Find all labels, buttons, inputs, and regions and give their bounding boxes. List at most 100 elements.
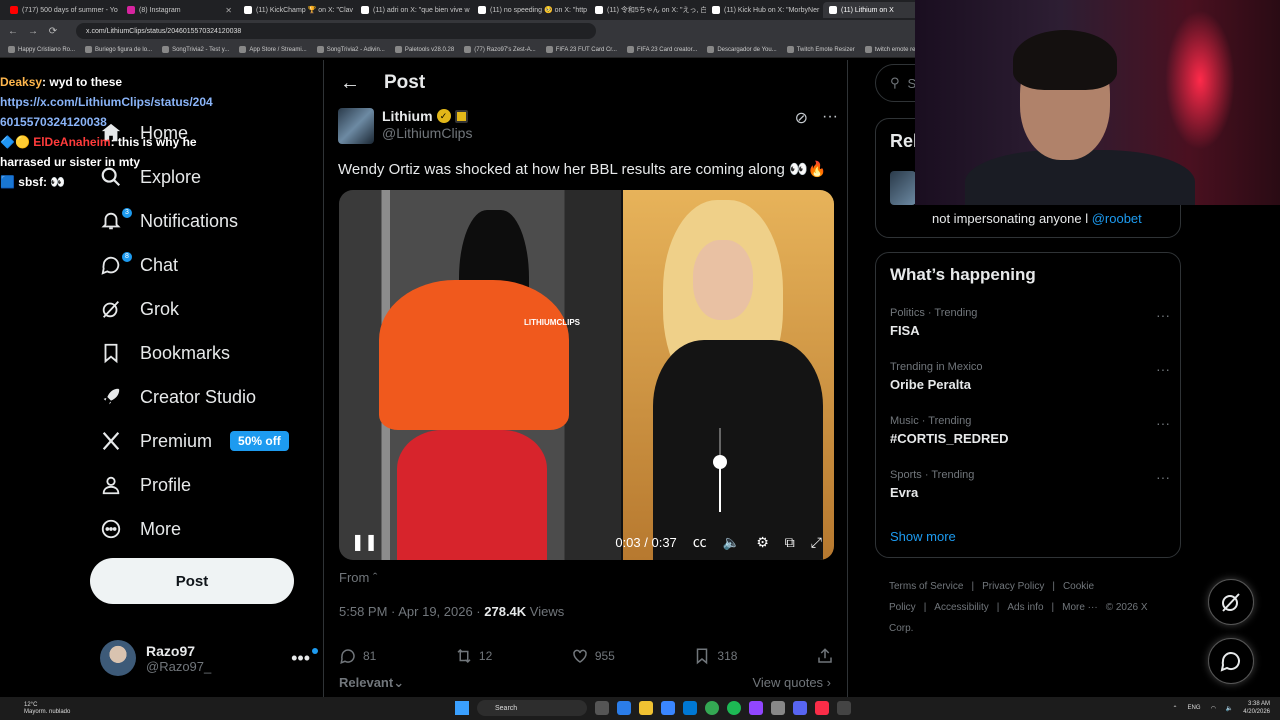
twitch-icon[interactable] [749,701,763,715]
nav-chat[interactable]: 8 Chat [100,250,178,280]
chrome-icon[interactable] [705,701,719,715]
post-button[interactable]: Post [90,558,294,604]
speaker-icon[interactable]: 🔈 [1226,705,1233,712]
chevron-up-icon[interactable]: ⌃ [1173,705,1178,712]
author-avatar[interactable] [338,108,374,144]
bookmark-item[interactable]: Descargador de You... [707,46,777,53]
post-from[interactable]: From ˆ [339,570,377,585]
nav-profile[interactable]: Profile [100,470,191,500]
trend-item[interactable]: Music · Trending #CORTIS_REDRED ··· [890,415,1170,446]
chat-fab-button[interactable] [1208,638,1254,684]
bookmark-item[interactable]: (77) Razo97's Zest-A... [464,46,536,53]
bookmark-item[interactable]: Paletools v28.0.28 [394,46,454,53]
edge-icon[interactable] [617,701,631,715]
relevant-avatar[interactable] [890,171,916,205]
show-more-link[interactable]: Show more [890,529,956,544]
view-quotes-link[interactable]: View quotes › [752,675,831,690]
browser-tab[interactable]: (8) Instagram ✕ [121,2,238,18]
nav-bookmarks[interactable]: Bookmarks [100,338,230,368]
footer-link[interactable]: More ··· [1062,602,1098,613]
share-button[interactable] [816,647,834,665]
account-switcher[interactable]: Razo97 @Razo97_ ••• [100,638,318,678]
nav-more[interactable]: More [100,514,181,544]
browser-tab[interactable]: (11) adri on X: "que bien vive w✕ [355,2,472,18]
bookmark-item[interactable]: FIFA 23 FUT Card Cr... [545,46,617,53]
trend-more-icon[interactable]: ··· [1156,415,1170,431]
bookmark-item[interactable]: twitch emote re [864,46,915,53]
trend-more-icon[interactable]: ··· [1156,469,1170,485]
forward-nav-icon[interactable]: → [28,26,38,37]
account-more-icon[interactable]: ••• [291,647,318,669]
trend-item[interactable]: Sports · Trending Evra ··· [890,469,1170,500]
footer-link[interactable]: Ads info [1007,602,1043,613]
taskbar-search[interactable]: Search [477,700,587,716]
trend-more-icon[interactable]: ··· [1156,361,1170,377]
pip-icon[interactable]: ⧉ [785,534,795,551]
bookmark-item[interactable]: SongTrivia2 - Test y... [162,46,229,53]
like-button[interactable]: 955 [571,647,615,665]
app-icon[interactable] [837,701,851,715]
pause-icon[interactable]: ❚❚ [351,532,378,552]
bookmark-item[interactable]: App Store / Streami... [239,46,307,53]
task-view-icon[interactable] [595,701,609,715]
mail-icon[interactable] [683,701,697,715]
back-nav-icon[interactable]: ← [8,26,18,37]
repost-button[interactable]: 12 [455,647,492,665]
bio-mention-link[interactable]: @roobet [1092,211,1142,226]
settings-gear-icon[interactable]: ⚙ [756,534,769,551]
music-icon[interactable] [815,701,829,715]
spotify-icon[interactable] [727,701,741,715]
bookmark-item[interactable]: FIFA 23 Card creator... [626,46,697,53]
bookmark-item[interactable]: Happy Cristiano Ro... [8,46,75,53]
bookmark-item[interactable]: Buriego figura de lo... [85,46,152,53]
url-input[interactable]: x.com/LithiumClips/status/20460155703241… [76,23,596,39]
back-arrow-icon[interactable]: ← [340,72,360,95]
store-icon[interactable] [661,701,675,715]
nav-notifications[interactable]: 3 Notifications [100,206,238,236]
footer-link[interactable]: Terms of Service [889,581,963,592]
browser-tab[interactable]: (11) no speeding 🥺 on X: "http✕ [472,2,589,18]
replies-sort-dropdown[interactable]: Relevant⌄ [339,675,404,691]
bio-text: not impersonating anyone l [932,211,1092,226]
video-player[interactable]: LITHIUMCLIPS ❚❚ 0:03 / 0:37 ㏄ 🔈 ⚙ ⧉ ⤢ [339,190,834,560]
trend-item[interactable]: Trending in Mexico Oribe Peralta ··· [890,361,1170,392]
browser-tab[interactable]: (11) 令和5ちゃん on X: "えっ, 白✕ [589,2,706,18]
bookmark-button[interactable]: 318 [693,647,737,665]
author-handle[interactable]: @LithiumClips [382,125,472,141]
captions-icon[interactable]: ㏄ [693,532,707,552]
trend-item[interactable]: Politics · Trending FISA ··· [890,307,1170,338]
language-indicator[interactable]: ENG [1188,705,1201,711]
steam-icon[interactable] [771,701,785,715]
nav-creator-studio[interactable]: Creator Studio [100,382,256,412]
chat-message: 🔷🟡 ElDeAnaheim: this is why he harrased … [0,132,215,172]
volume-slider[interactable] [713,428,727,512]
tab-close-icon[interactable]: ✕ [225,6,232,15]
author-name-row[interactable]: Lithium ✓ [382,108,472,124]
bookmark-item[interactable]: Twitch Emote Resizer [786,46,855,53]
file-explorer-icon[interactable] [639,701,653,715]
trend-more-icon[interactable]: ··· [1156,307,1170,323]
nav-premium[interactable]: Premium 50% off [100,426,289,456]
grok-icon [1222,593,1240,612]
reload-icon[interactable]: ⟳ [48,26,58,37]
volume-knob[interactable] [713,454,727,469]
volume-icon[interactable]: 🔈 [723,534,740,551]
browser-tab[interactable]: (11) Kick Hub on X: "MorbyNer✕ [706,2,823,18]
more-options-icon[interactable]: ··· [822,108,838,128]
clock[interactable]: 3:38 AM 4/20/2026 [1243,700,1270,716]
footer-link[interactable]: Accessibility [934,602,988,613]
fullscreen-icon[interactable]: ⤢ [811,534,822,551]
grok-icon[interactable]: ⊘ [795,108,808,128]
bookmark-item[interactable]: SongTrivia2 - Adivin... [316,46,385,53]
grok-fab-button[interactable] [1208,579,1254,625]
browser-tab[interactable]: (717) 500 days of summer - Yo✕ [4,2,121,18]
nav-grok[interactable]: Grok [100,294,179,324]
windows-start-icon[interactable] [455,701,469,715]
discord-icon[interactable] [793,701,807,715]
weather-widget[interactable]: 12°C Mayorm. nublado [24,702,70,716]
footer-link[interactable]: Privacy Policy [982,581,1044,592]
wifi-icon[interactable]: ◠ [1211,705,1216,712]
reply-button[interactable]: 81 [339,647,376,665]
post-timestamp[interactable]: 5:58 PM · Apr 19, 2026 · [339,604,484,619]
browser-tab[interactable]: (11) KickChamp 🏆 on X: "Clav✕ [238,2,355,18]
